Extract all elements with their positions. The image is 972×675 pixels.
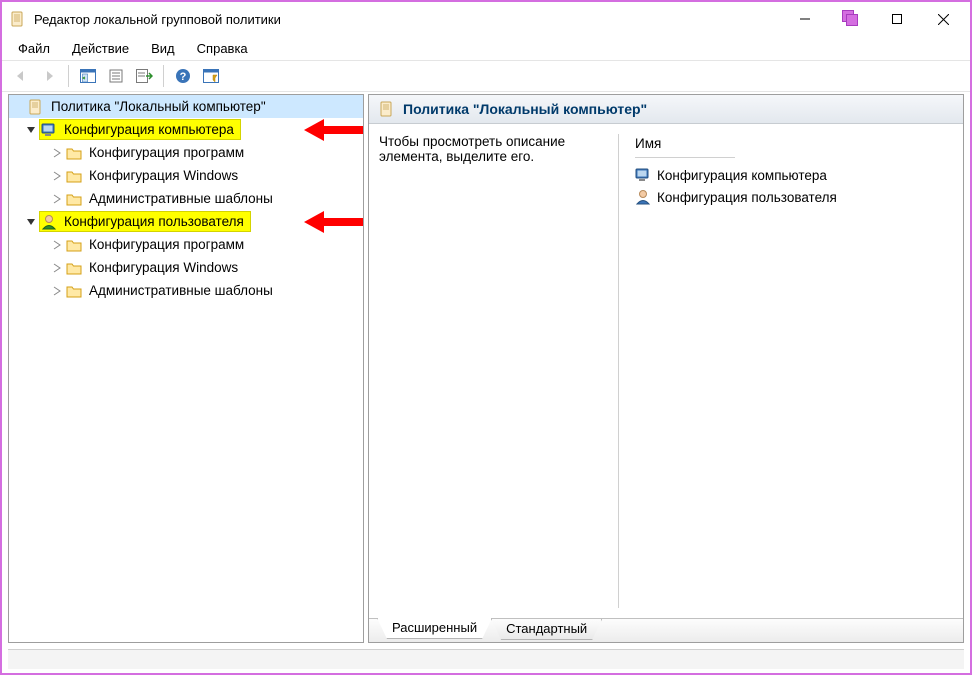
column-header-name[interactable]: Имя [635, 134, 735, 158]
titlebar: Редактор локальной групповой политики [2, 2, 970, 36]
tree-node-label: Административные шаблоны [87, 282, 275, 299]
tree-admin-templates[interactable]: Административные шаблоны [9, 187, 363, 210]
chevron-down-icon[interactable] [23, 214, 39, 230]
tabs-strip: Расширенный Стандартный [369, 618, 963, 642]
folder-icon [65, 169, 83, 183]
export-button[interactable] [131, 63, 157, 89]
computer-icon [635, 167, 651, 183]
overlap-restore-icon [828, 4, 872, 34]
maximize-button[interactable] [874, 4, 920, 34]
menu-file[interactable]: Файл [8, 39, 60, 58]
minimize-button[interactable] [782, 4, 828, 34]
close-button[interactable] [920, 4, 966, 34]
description-column: Чтобы просмотреть описание элемента, выд… [379, 134, 619, 608]
tree-root[interactable]: Политика "Локальный компьютер" [9, 95, 363, 118]
description-text: Чтобы просмотреть описание элемента, выд… [379, 134, 565, 164]
folder-icon [65, 238, 83, 252]
tree-admin-templates[interactable]: Административные шаблоны [9, 279, 363, 302]
toolbar-separator [68, 65, 69, 87]
computer-icon [40, 122, 58, 138]
tree-user-configuration[interactable]: Конфигурация пользователя [9, 210, 363, 233]
statusbar [8, 649, 964, 669]
toolbar: ? [2, 60, 970, 92]
help-button[interactable]: ? [170, 63, 196, 89]
tree-node-label: Конфигурация программ [87, 236, 246, 253]
content-body: Чтобы просмотреть описание элемента, выд… [369, 124, 963, 618]
tree-node-label: Конфигурация Windows [87, 259, 240, 276]
tree-node-label: Конфигурация программ [87, 144, 246, 161]
user-icon [635, 189, 651, 205]
folder-icon [65, 261, 83, 275]
tab-label: Расширенный [392, 620, 477, 635]
menu-help[interactable]: Справка [187, 39, 258, 58]
tree-pane: Политика "Локальный компьютер" Конфигура… [8, 94, 364, 643]
chevron-right-icon[interactable] [49, 145, 65, 161]
filter-options-button[interactable] [198, 63, 224, 89]
chevron-right-icon[interactable] [49, 260, 65, 276]
folder-icon [65, 284, 83, 298]
user-icon [40, 214, 58, 230]
scroll-icon [379, 101, 395, 117]
chevron-down-icon[interactable] [23, 122, 39, 138]
show-hide-tree-button[interactable] [75, 63, 101, 89]
tree-node-label: Конфигурация Windows [87, 167, 240, 184]
list-item[interactable]: Конфигурация компьютера [635, 164, 953, 186]
list-column: Имя Конфигурация компьютера Конфигурация… [635, 134, 953, 608]
menu-view[interactable]: Вид [141, 39, 185, 58]
properties-button[interactable] [103, 63, 129, 89]
tree: Политика "Локальный компьютер" Конфигура… [9, 95, 363, 302]
content-header-title: Политика "Локальный компьютер" [403, 101, 647, 117]
body: Политика "Локальный компьютер" Конфигура… [2, 92, 970, 649]
tab-standard[interactable]: Стандартный [491, 619, 602, 640]
scroll-icon [27, 99, 45, 115]
menubar: Файл Действие Вид Справка [2, 36, 970, 60]
tab-extended[interactable]: Расширенный [377, 618, 492, 639]
list-item-label: Конфигурация пользователя [657, 190, 837, 205]
tree-node-label: Административные шаблоны [87, 190, 275, 207]
menu-action[interactable]: Действие [62, 39, 139, 58]
window-title: Редактор локальной групповой политики [34, 12, 281, 27]
list-item-label: Конфигурация компьютера [657, 168, 827, 183]
chevron-right-icon[interactable] [49, 283, 65, 299]
svg-text:?: ? [180, 71, 187, 83]
tree-software-settings[interactable]: Конфигурация программ [9, 141, 363, 164]
list-item[interactable]: Конфигурация пользователя [635, 186, 953, 208]
chevron-right-icon[interactable] [49, 168, 65, 184]
forward-button [36, 63, 62, 89]
tree-node-label: Конфигурация компьютера [62, 121, 236, 138]
chevron-right-icon[interactable] [49, 237, 65, 253]
content-header: Политика "Локальный компьютер" [369, 95, 963, 124]
scroll-icon [10, 11, 26, 27]
tree-computer-configuration[interactable]: Конфигурация компьютера [9, 118, 363, 141]
app-window: Редактор локальной групповой политики Фа… [0, 0, 972, 675]
tree-windows-settings[interactable]: Конфигурация Windows [9, 164, 363, 187]
tree-node-label: Конфигурация пользователя [62, 213, 246, 230]
tree-software-settings[interactable]: Конфигурация программ [9, 233, 363, 256]
tree-windows-settings[interactable]: Конфигурация Windows [9, 256, 363, 279]
toolbar-separator [163, 65, 164, 87]
blank-expander-icon [11, 99, 27, 115]
chevron-right-icon[interactable] [49, 191, 65, 207]
tree-root-label: Политика "Локальный компьютер" [49, 98, 268, 115]
folder-icon [65, 146, 83, 160]
tab-label: Стандартный [506, 621, 587, 636]
content-pane: Политика "Локальный компьютер" Чтобы про… [368, 94, 964, 643]
folder-icon [65, 192, 83, 206]
back-button [8, 63, 34, 89]
